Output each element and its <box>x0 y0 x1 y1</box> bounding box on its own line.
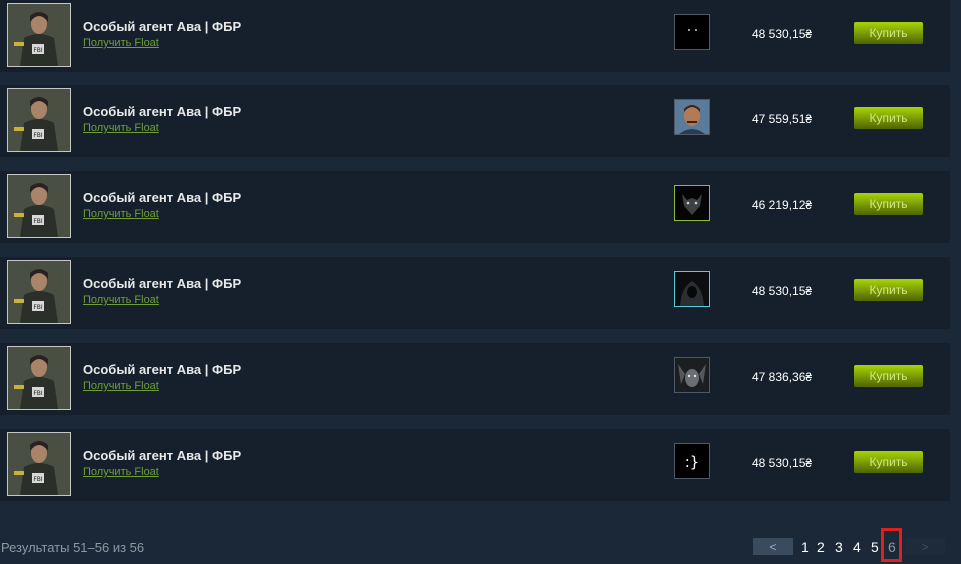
listing-price: 48 530,15₴ <box>752 456 813 470</box>
buy-button[interactable]: Купить <box>854 107 923 129</box>
avatar-emoticon: :} <box>685 453 700 471</box>
next-page-button[interactable]: > <box>905 538 945 555</box>
item-image[interactable]: FBI <box>7 88 71 152</box>
pagination-footer: Результаты 51–56 из 56 < 1 2 3 4 5 6 > <box>0 528 961 564</box>
get-float-link[interactable]: Получить Float <box>83 466 159 478</box>
seller-avatar[interactable] <box>674 271 710 307</box>
listing-price: 48 530,15₴ <box>752 284 813 298</box>
get-float-link[interactable]: Получить Float <box>83 37 159 49</box>
svg-text:FBI: FBI <box>33 47 43 54</box>
buy-button[interactable]: Купить <box>854 193 923 215</box>
highlight-box <box>881 528 902 562</box>
item-name[interactable]: Особый агент Ава | ФБР <box>83 276 241 291</box>
listing-row: FBI Особый агент Ава | ФБР Получить Floa… <box>0 171 950 243</box>
get-float-link[interactable]: Получить Float <box>83 294 159 306</box>
item-image[interactable]: FBI <box>7 3 71 67</box>
svg-text:FBI: FBI <box>33 132 43 139</box>
item-image[interactable]: FBI <box>7 346 71 410</box>
item-image[interactable]: FBI <box>7 260 71 324</box>
results-count: Результаты 51–56 из 56 <box>1 540 145 555</box>
seller-avatar[interactable] <box>674 357 710 393</box>
seller-avatar[interactable] <box>674 185 710 221</box>
svg-text:FBI: FBI <box>33 304 43 311</box>
page-link-2[interactable]: 2 <box>817 539 825 555</box>
buy-button[interactable]: Купить <box>854 451 923 473</box>
listing-price: 47 559,51₴ <box>752 112 813 126</box>
item-name[interactable]: Особый агент Ава | ФБР <box>83 448 241 463</box>
seller-avatar[interactable]: :} <box>674 443 710 479</box>
listing-row: FBI Особый агент Ава | ФБР Получить Floa… <box>0 85 950 157</box>
buy-button[interactable]: Купить <box>854 22 923 44</box>
item-name[interactable]: Особый агент Ава | ФБР <box>83 104 241 119</box>
page-link-1[interactable]: 1 <box>801 539 809 555</box>
item-image[interactable]: FBI <box>7 174 71 238</box>
seller-avatar[interactable] <box>674 99 710 135</box>
listing-price: 46 219,12₴ <box>752 198 813 212</box>
svg-text:FBI: FBI <box>33 390 43 397</box>
page-link-3[interactable]: 3 <box>835 539 843 555</box>
item-name[interactable]: Особый агент Ава | ФБР <box>83 19 241 34</box>
buy-button[interactable]: Купить <box>854 279 923 301</box>
get-float-link[interactable]: Получить Float <box>83 380 159 392</box>
buy-button[interactable]: Купить <box>854 365 923 387</box>
listing-row: FBI Особый агент Ава | ФБР Получить Floa… <box>0 429 950 501</box>
listing-row: FBI Особый агент Ава | ФБР Получить Floa… <box>0 257 950 329</box>
page-link-5[interactable]: 5 <box>871 539 879 555</box>
get-float-link[interactable]: Получить Float <box>83 208 159 220</box>
svg-text:FBI: FBI <box>33 218 43 225</box>
item-name[interactable]: Особый агент Ава | ФБР <box>83 362 241 377</box>
svg-text:FBI: FBI <box>33 476 43 483</box>
listing-row: FBI Особый агент Ава | ФБР Получить Floa… <box>0 343 950 415</box>
seller-avatar[interactable] <box>674 14 710 50</box>
get-float-link[interactable]: Получить Float <box>83 122 159 134</box>
item-name[interactable]: Особый агент Ава | ФБР <box>83 190 241 205</box>
listing-row: FBI Особый агент Ава | ФБР Получить Floa… <box>0 0 950 72</box>
item-image[interactable]: FBI <box>7 432 71 496</box>
page-link-4[interactable]: 4 <box>853 539 861 555</box>
listing-price: 48 530,15₴ <box>752 27 813 41</box>
prev-page-button[interactable]: < <box>753 538 793 555</box>
listing-price: 47 836,36₴ <box>752 370 813 384</box>
